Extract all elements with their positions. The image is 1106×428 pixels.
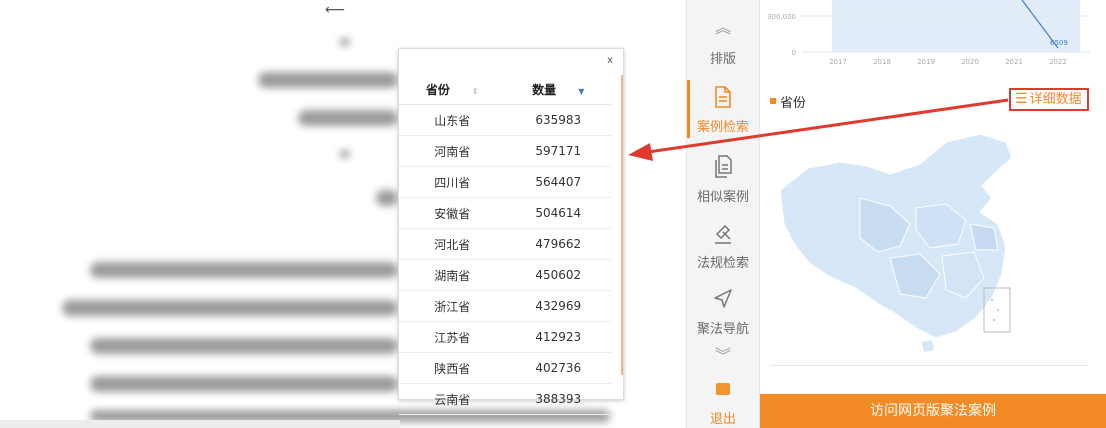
table-row: 云南省 388393 xyxy=(399,383,611,415)
sort-icon[interactable]: ⇕ xyxy=(472,87,479,96)
count-cell: 402736 xyxy=(505,352,611,384)
document-icon xyxy=(715,86,731,108)
table-row: 河北省 479662 xyxy=(399,228,611,260)
count-cell: 479662 xyxy=(505,228,611,260)
close-popup-button[interactable]: x xyxy=(607,55,613,66)
province-cell: 四川省 xyxy=(399,166,506,198)
table-row: 湖南省 450602 xyxy=(399,259,611,291)
count-cell: 432969 xyxy=(505,290,611,322)
province-cell: 湖南省 xyxy=(399,259,506,291)
count-cell: 450602 xyxy=(505,259,611,291)
hainan-island xyxy=(922,340,934,352)
detail-data-button[interactable]: ☰ 详细数据 xyxy=(1009,88,1089,111)
province-cell: 河北省 xyxy=(399,228,506,260)
detail-data-popup: x 省份 ⇕ 数量 ▼ 山东省 635983 河南省 597171 四川省 564407 … xyxy=(398,48,624,415)
copy-document-icon xyxy=(715,155,732,178)
gavel-icon xyxy=(715,224,731,244)
province-data-table: 省份 ⇕ 数量 ▼ 山东省 635983 河南省 597171 四川省 564407 安徽… xyxy=(399,75,611,415)
side-navigation: ︽ 排版 案例检索 相似案例 法规检索 聚法导航 ︾ 退出 xyxy=(686,0,760,428)
nav-item-label: 聚法导航 xyxy=(696,322,749,337)
chart-area-fill xyxy=(832,0,1080,52)
table-row: 安徽省 504614 xyxy=(399,197,611,229)
count-cell: 564407 xyxy=(505,166,611,198)
count-cell: 504614 xyxy=(505,197,611,229)
x-tick-label: 2019 xyxy=(917,58,935,66)
sort-desc-icon[interactable]: ▼ xyxy=(578,87,584,96)
nav-item-case-search[interactable]: 案例检索 xyxy=(687,78,759,140)
nav-item-label: 法规检索 xyxy=(696,256,749,271)
x-tick-label: 2020 xyxy=(961,58,979,66)
legend-marker xyxy=(770,98,776,104)
province-cell: 陕西省 xyxy=(399,352,506,384)
popup-scrollbar[interactable] xyxy=(621,75,623,375)
count-cell: 388393 xyxy=(505,383,611,415)
double-chevron-down-icon[interactable]: ︾ xyxy=(687,342,759,366)
exit-button[interactable]: 退出 xyxy=(687,408,759,427)
return-arrow-icon: ⟵ xyxy=(325,2,346,18)
y-tick-label: 0 xyxy=(792,49,796,57)
nav-item-similar-cases[interactable]: 相似案例 xyxy=(687,148,759,210)
divider xyxy=(770,365,1088,366)
column-header-count[interactable]: 数量 ▼ xyxy=(505,75,611,105)
exit-icon[interactable] xyxy=(716,383,730,395)
province-cell: 浙江省 xyxy=(399,290,506,322)
table-row: 浙江省 432969 xyxy=(399,290,611,322)
table-row: 四川省 564407 xyxy=(399,166,611,198)
x-tick-label: 2022 xyxy=(1049,58,1067,66)
table-row: 陕西省 402736 xyxy=(399,352,611,384)
data-label: 6509 xyxy=(1050,39,1068,47)
table-header-row: 省份 ⇕ 数量 ▼ xyxy=(399,75,611,105)
nav-item-label: 相似案例 xyxy=(696,190,749,205)
x-tick-label: 2018 xyxy=(873,58,891,66)
column-header-province[interactable]: 省份 ⇕ xyxy=(399,75,506,105)
province-cell: 河南省 xyxy=(399,135,506,167)
count-cell: 635983 xyxy=(505,104,611,136)
count-cell: 597171 xyxy=(505,135,611,167)
x-tick-label: 2017 xyxy=(829,58,847,66)
nav-item-law-search[interactable]: 法规检索 xyxy=(687,214,759,276)
count-cell: 412923 xyxy=(505,321,611,353)
table-row: 山东省 635983 xyxy=(399,104,611,136)
nav-item-label: 案例检索 xyxy=(696,120,749,135)
province-cell: 江苏省 xyxy=(399,321,506,353)
x-tick-label: 2021 xyxy=(1005,58,1023,66)
china-map[interactable] xyxy=(770,128,1090,358)
table-row: 河南省 597171 xyxy=(399,135,611,167)
list-icon: ☰ xyxy=(1015,91,1028,107)
legend-label: 省份 xyxy=(780,96,807,111)
province-cell: 云南省 xyxy=(399,383,506,415)
yearly-area-chart: 300,000 0 2017 2018 2019 2020 2021 2022 6509 xyxy=(767,0,1090,66)
province-cell: 山东省 xyxy=(399,104,506,136)
nav-item-layout[interactable]: 排版 xyxy=(687,34,759,70)
nav-item-navigation[interactable]: 聚法导航 xyxy=(687,280,759,342)
province-cell: 安徽省 xyxy=(399,197,506,229)
nav-item-label: 排版 xyxy=(709,52,736,67)
statistics-panel: 300,000 0 2017 2018 2019 2020 2021 2022 6509 … xyxy=(760,0,1106,428)
navigation-arrow-icon xyxy=(714,289,732,308)
visit-web-version-button[interactable]: 访问网页版聚法案例 xyxy=(760,394,1106,428)
y-tick-label: 300,000 xyxy=(767,13,796,21)
table-row: 江苏省 412923 xyxy=(399,321,611,353)
